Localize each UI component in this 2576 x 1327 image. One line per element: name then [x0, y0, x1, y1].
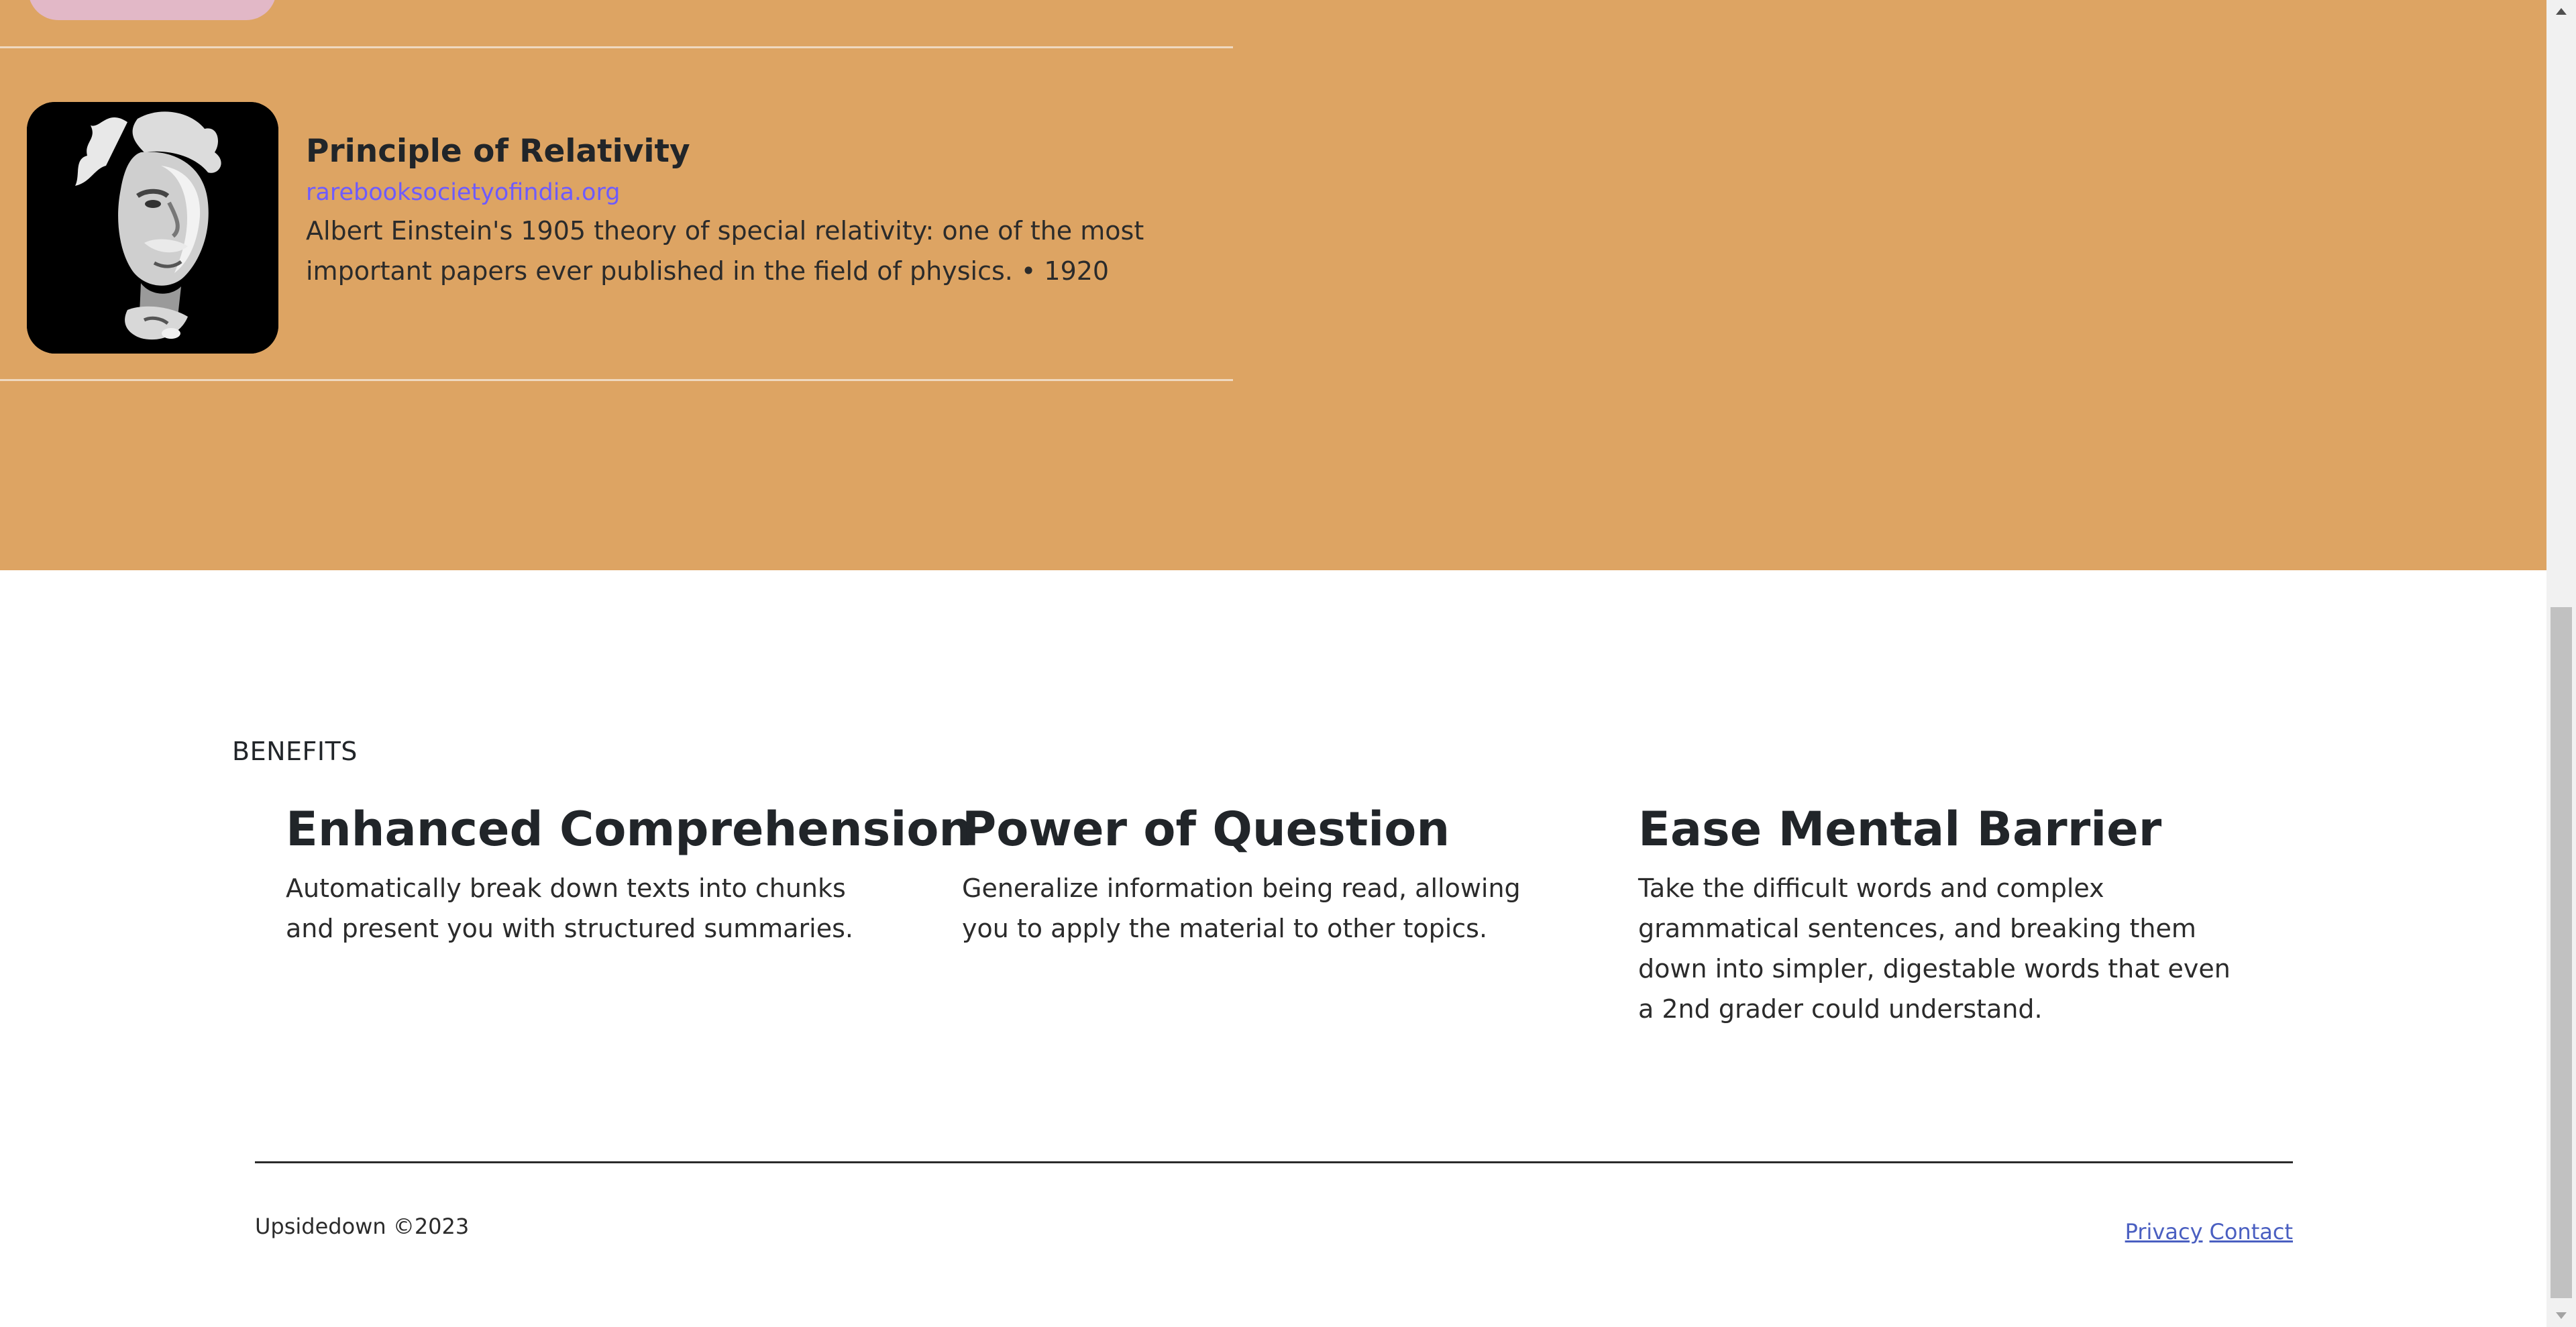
benefit-text: Generalize information being read, allow…	[962, 873, 1521, 943]
list-divider	[0, 46, 1233, 48]
contact-link[interactable]: Contact	[2210, 1219, 2294, 1244]
privacy-link[interactable]: Privacy	[2125, 1219, 2203, 1244]
benefit-title: Power of Question	[962, 802, 1450, 857]
scrollbar-thumb[interactable]	[2551, 607, 2572, 1298]
benefit-card: Power of Question Generalize information…	[962, 797, 1566, 949]
scroll-down-arrow-icon[interactable]	[2546, 1304, 2576, 1327]
list-divider	[0, 379, 1233, 381]
benefit-card: Ease Mental Barrier Take the difficult w…	[1638, 797, 2242, 1029]
vertical-scrollbar[interactable]	[2546, 0, 2576, 1327]
benefit-text: Take the difficult words and complex gra…	[1638, 873, 2231, 1024]
scroll-up-arrow-icon[interactable]	[2546, 0, 2576, 23]
benefit-card: Enhanced Comprehension Automatically bre…	[286, 797, 973, 949]
benefits-eyebrow: BENEFITS	[232, 737, 358, 766]
einstein-portrait-icon	[27, 102, 278, 354]
book-thumbnail[interactable]	[27, 102, 278, 354]
book-description: Albert Einstein's 1905 theory of special…	[306, 216, 1144, 286]
footer-links: Privacy Contact	[2118, 1216, 2293, 1247]
footer-divider	[255, 1161, 2293, 1163]
book-details: Principle of Relativity rarebooksocietyo…	[306, 130, 1198, 291]
benefit-text: Automatically break down texts into chun…	[286, 873, 853, 943]
benefit-title: Ease Mental Barrier	[1638, 802, 2162, 857]
book-source-link[interactable]: rarebooksocietyofindia.org	[306, 176, 1198, 209]
book-list-item[interactable]: Principle of Relativity rarebooksocietyo…	[27, 102, 1221, 354]
benefit-title: Enhanced Comprehension	[286, 802, 973, 857]
previous-item-pill[interactable]	[28, 0, 276, 20]
book-title[interactable]: Principle of Relativity	[306, 130, 1198, 173]
page: Principle of Relativity rarebooksocietyo…	[0, 0, 2546, 1327]
book-list-section: Principle of Relativity rarebooksocietyo…	[0, 0, 2546, 570]
footer-copyright: Upsidedown ©2023	[255, 1214, 470, 1239]
